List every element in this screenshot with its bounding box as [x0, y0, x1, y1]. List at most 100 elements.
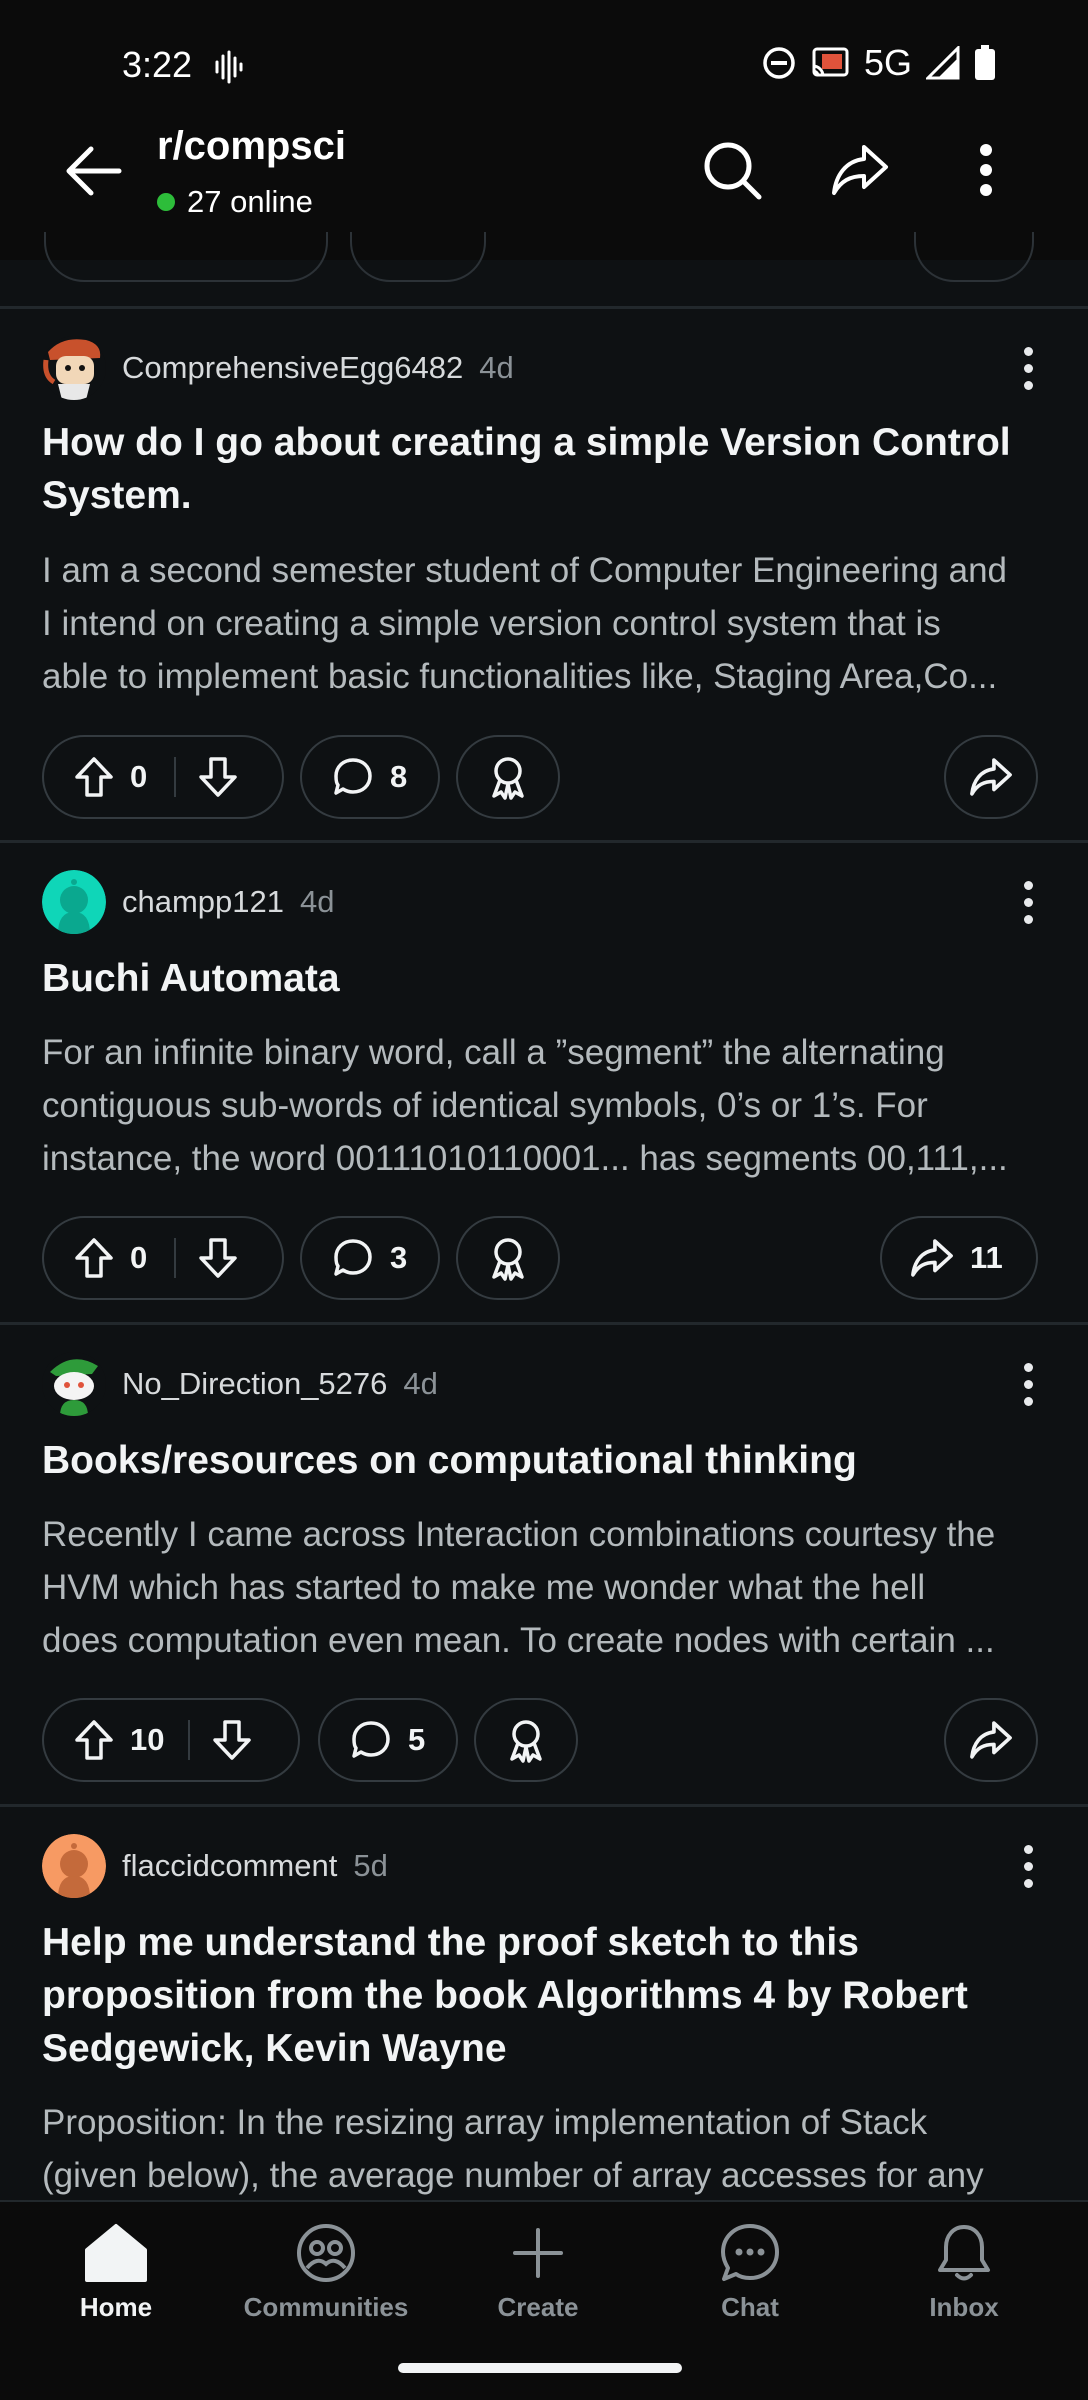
- nav-create[interactable]: Create: [438, 2222, 638, 2323]
- body-line: I intend on creating a simple version co…: [42, 604, 941, 643]
- post-divider: [0, 840, 1088, 843]
- avatar[interactable]: [42, 1352, 106, 1416]
- award-button[interactable]: [474, 1698, 578, 1782]
- post-more-button[interactable]: [1008, 338, 1048, 398]
- nav-label: Inbox: [929, 2292, 999, 2322]
- signal-icon: [926, 46, 960, 80]
- nav-inbox[interactable]: Inbox: [864, 2222, 1064, 2323]
- post-author-row: ComprehensiveEgg6482 4d: [42, 336, 514, 400]
- avatar[interactable]: [42, 336, 106, 400]
- comment-count: 3: [390, 1240, 408, 1275]
- author-name[interactable]: champp121: [122, 884, 284, 920]
- nav-home[interactable]: Home: [16, 2222, 216, 2323]
- body-line: Recently I came across Interaction combi…: [42, 1515, 996, 1554]
- upvote-icon[interactable]: [74, 1237, 114, 1279]
- nav-label: Create: [497, 2292, 579, 2322]
- plus-icon: [513, 2228, 563, 2278]
- search-icon: [704, 142, 762, 200]
- vote-count: 0: [130, 759, 148, 794]
- comments-button[interactable]: 3: [300, 1216, 440, 1300]
- cast-icon: [812, 47, 849, 77]
- post-divider: [0, 1322, 1088, 1325]
- title-line: Books/resources on computational thinkin…: [42, 1439, 857, 1482]
- home-indicator[interactable]: [398, 2363, 682, 2373]
- post-body[interactable]: For an infinite binary word, call a ”seg…: [42, 1026, 1052, 1185]
- share-icon: [832, 145, 888, 195]
- view-chip[interactable]: [350, 232, 486, 282]
- vote-control: 0: [42, 1216, 284, 1300]
- post-title[interactable]: Help me understand the proof sketch to t…: [42, 1916, 1052, 2075]
- downvote-icon[interactable]: [198, 756, 238, 798]
- nav-communities[interactable]: Communities: [226, 2222, 426, 2323]
- sort-chip[interactable]: [44, 232, 328, 282]
- title-line: How do I go about creating a simple Vers…: [42, 421, 1011, 464]
- author-name[interactable]: ComprehensiveEgg6482: [122, 350, 463, 386]
- avatar-image: [42, 1352, 106, 1416]
- post-more-button[interactable]: [1008, 1836, 1048, 1896]
- upvote-icon[interactable]: [74, 1719, 114, 1761]
- post-body[interactable]: Proposition: In the resizing array imple…: [42, 2096, 1052, 2202]
- award-icon: [492, 757, 524, 800]
- downvote-icon[interactable]: [212, 1719, 252, 1761]
- title-line: System.: [42, 474, 192, 517]
- share-subreddit-button[interactable]: [820, 130, 900, 210]
- share-count: 11: [970, 1240, 1003, 1275]
- award-button[interactable]: [456, 735, 560, 819]
- back-arrow-icon: [66, 146, 122, 196]
- more-options-button[interactable]: [946, 130, 1026, 210]
- nav-label: Chat: [721, 2292, 779, 2322]
- share-icon: [911, 1239, 953, 1277]
- body-line: For an infinite binary word, call a ”seg…: [42, 1033, 945, 1072]
- title-line: Buchi Automata: [42, 957, 340, 1000]
- post-title[interactable]: How do I go about creating a simple Vers…: [42, 416, 1052, 522]
- share-icon: [970, 758, 1012, 796]
- post-body[interactable]: I am a second semester student of Comput…: [42, 544, 1052, 703]
- post-title[interactable]: Books/resources on computational thinkin…: [42, 1434, 1052, 1487]
- nav-label: Home: [79, 2292, 153, 2322]
- nav-chat[interactable]: Chat: [650, 2222, 850, 2323]
- share-icon: [970, 1721, 1012, 1759]
- subreddit-name[interactable]: r/compsci: [157, 124, 346, 169]
- upvote-icon[interactable]: [74, 756, 114, 798]
- status-time: 3:22: [122, 44, 193, 85]
- avatar[interactable]: [42, 870, 106, 934]
- vote-control: 10: [42, 1698, 300, 1782]
- chat-icon: [721, 2224, 779, 2281]
- post-body[interactable]: Recently I came across Interaction combi…: [42, 1508, 1052, 1667]
- divider: [0, 306, 1088, 309]
- post-divider: [0, 1804, 1088, 1807]
- comments-button[interactable]: 8: [300, 735, 440, 819]
- post-age: 4d: [403, 1366, 438, 1401]
- title-line: proposition from the book Algorithms 4 b…: [42, 1974, 968, 2017]
- author-name[interactable]: No_Direction_5276: [122, 1366, 387, 1402]
- author-name[interactable]: flaccidcomment: [122, 1848, 337, 1884]
- back-button[interactable]: [58, 136, 128, 206]
- nav-label: Communities: [243, 2292, 409, 2322]
- do-not-disturb-icon: [763, 47, 795, 79]
- post-title[interactable]: Buchi Automata: [42, 952, 1052, 1005]
- downvote-icon[interactable]: [198, 1237, 238, 1279]
- search-button[interactable]: [692, 130, 772, 210]
- share-button[interactable]: [944, 735, 1038, 819]
- share-button[interactable]: 11: [880, 1216, 1038, 1300]
- post-author-row: No_Direction_5276 4d: [42, 1352, 438, 1416]
- chip[interactable]: [914, 232, 1034, 282]
- post-age: 4d: [300, 884, 335, 919]
- body-line: (given below), the average number of arr…: [42, 2156, 984, 2195]
- title-line: Sedgewick, Kevin Wayne: [42, 2027, 507, 2070]
- post-author-row: champp121 4d: [42, 870, 335, 934]
- communities-icon: [297, 2224, 355, 2282]
- comment-icon: [334, 1239, 372, 1276]
- post-more-button[interactable]: [1008, 872, 1048, 932]
- avatar[interactable]: [42, 1834, 106, 1898]
- avatar-image: [42, 336, 106, 400]
- award-button[interactable]: [456, 1216, 560, 1300]
- body-line: able to implement basic functionalities …: [42, 657, 998, 696]
- post-more-button[interactable]: [1008, 1354, 1048, 1414]
- avatar-image: [42, 870, 106, 934]
- share-button[interactable]: [944, 1698, 1038, 1782]
- online-indicator: 27 online: [157, 184, 313, 220]
- post-age: 5d: [353, 1848, 388, 1883]
- post-age: 4d: [479, 350, 514, 385]
- comments-button[interactable]: 5: [318, 1698, 458, 1782]
